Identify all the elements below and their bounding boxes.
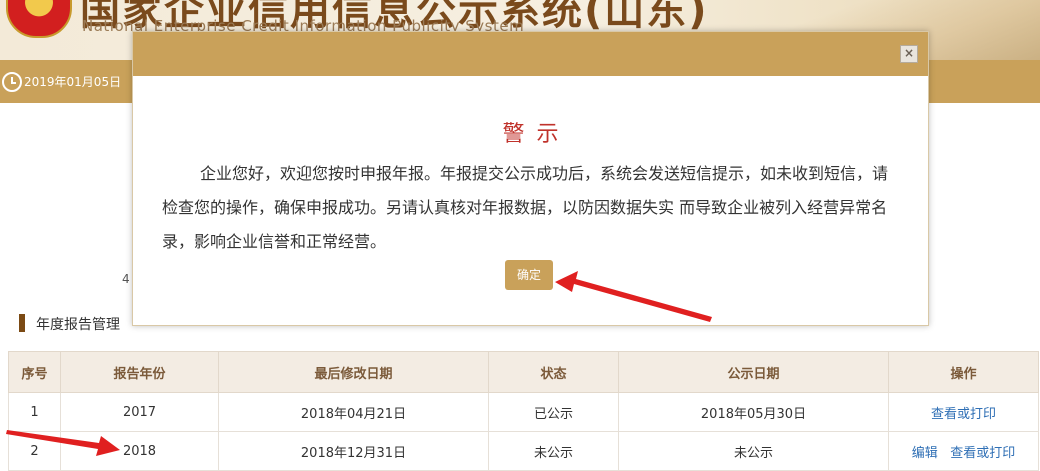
dialog-message: 企业您好，欢迎您按时申报年报。年报提交公示成功后，系统会发送短信提示，如未收到短…	[162, 164, 889, 251]
partial-text: 4	[122, 272, 130, 286]
row-index: 2	[8, 431, 61, 471]
view-print-link[interactable]: 查看或打印	[950, 446, 1015, 461]
dialog-header: ×	[133, 32, 928, 76]
row-modified-date: 2018年12月31日	[218, 431, 489, 471]
warning-dialog: × 警示 企业您好，欢迎您按时申报年报。年报提交公示成功后，系统会发送短信提示，…	[132, 31, 929, 326]
edit-link[interactable]: 编辑	[912, 446, 938, 461]
section-title: 年度报告管理	[36, 317, 120, 333]
confirm-button[interactable]: 确定	[505, 260, 553, 290]
close-icon[interactable]: ×	[900, 45, 918, 63]
row-year: 2017	[60, 392, 219, 432]
section-marker	[19, 314, 25, 332]
col-header-actions: 操作	[888, 351, 1039, 393]
row-modified-date: 2018年04月21日	[218, 392, 489, 432]
table-header-row: 序号 报告年份 最后修改日期 状态 公示日期 操作	[8, 351, 1039, 393]
dialog-title: 警示	[502, 122, 571, 147]
annual-report-table: 序号 报告年份 最后修改日期 状态 公示日期 操作 1 2017 2018年04…	[8, 351, 1039, 471]
row-publish-date: 未公示	[618, 431, 889, 471]
col-header-year: 报告年份	[60, 351, 219, 393]
row-publish-date: 2018年05月30日	[618, 392, 889, 432]
table-row: 1 2017 2018年04月21日 已公示 2018年05月30日 查看或打印	[8, 392, 1039, 432]
row-year: 2018	[60, 431, 219, 471]
view-print-link[interactable]: 查看或打印	[931, 407, 996, 422]
row-actions: 查看或打印	[888, 392, 1039, 432]
row-actions: 编辑 查看或打印	[888, 431, 1039, 471]
national-emblem-icon	[6, 0, 72, 38]
row-index: 1	[8, 392, 61, 432]
col-header-modified: 最后修改日期	[218, 351, 489, 393]
current-date: 2019年01月05日	[24, 75, 122, 89]
table-row: 2 2018 2018年12月31日 未公示 未公示 编辑 查看或打印	[8, 431, 1039, 471]
clock-icon	[2, 72, 22, 92]
col-header-index: 序号	[8, 351, 61, 393]
col-header-publish-date: 公示日期	[618, 351, 889, 393]
row-status: 未公示	[488, 431, 619, 471]
row-status: 已公示	[488, 392, 619, 432]
col-header-status: 状态	[488, 351, 619, 393]
